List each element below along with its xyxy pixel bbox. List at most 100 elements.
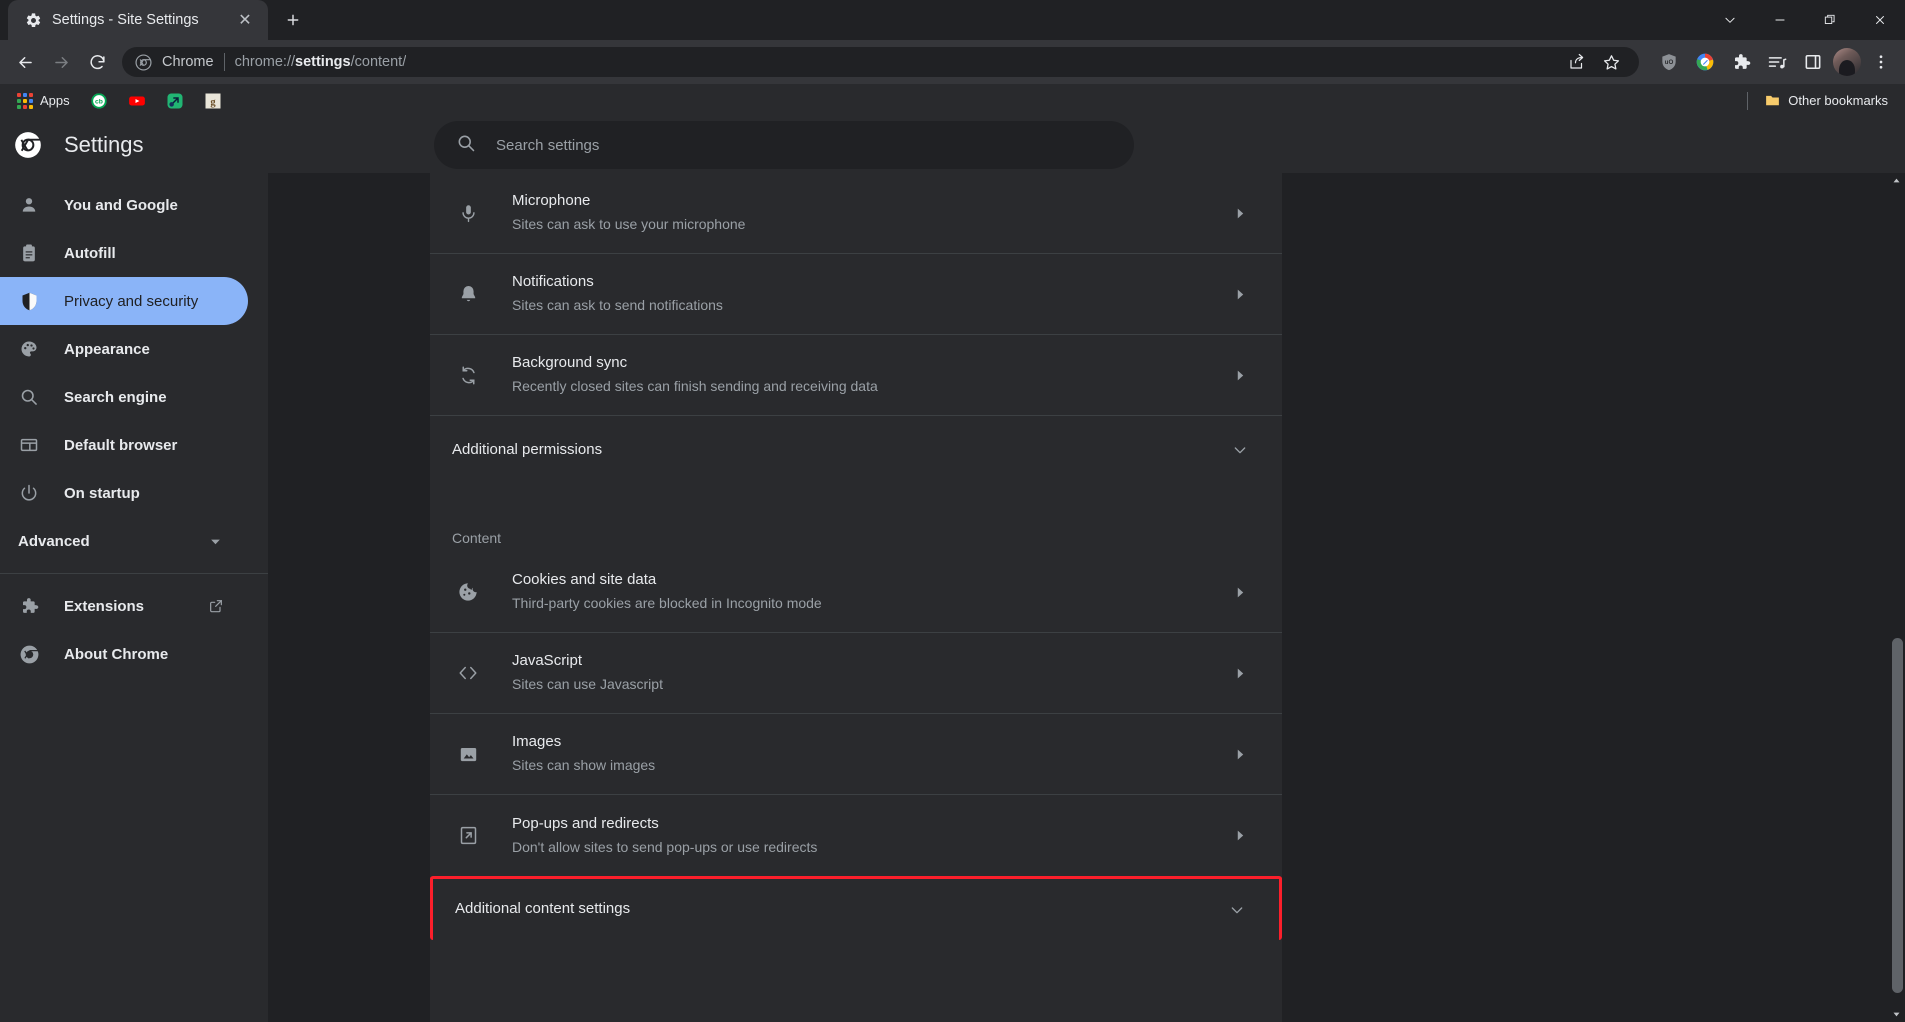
forward-button[interactable] <box>44 45 78 79</box>
bookmark-item-cb[interactable]: cb <box>83 89 115 113</box>
minimize-to-tray-button[interactable] <box>1705 0 1755 40</box>
google-extension-icon[interactable] <box>1689 46 1721 78</box>
bookmark-item-youtube[interactable] <box>121 89 153 113</box>
apps-shortcut[interactable]: Apps <box>10 90 77 112</box>
bookmarks-bar: Apps cb g Other bookmarks <box>0 84 1905 117</box>
maximize-restore-button[interactable] <box>1805 0 1855 40</box>
sidebar-item-extensions[interactable]: Extensions <box>0 582 248 630</box>
sidebar-item-default-browser[interactable]: Default browser <box>0 421 248 469</box>
sidebar-item-autofill[interactable]: Autofill <box>0 229 248 277</box>
expander-additional-content-settings[interactable]: Additional content settings <box>430 876 1282 940</box>
browser-toolbar: Chrome chrome://settings/content/ uO <box>0 40 1905 84</box>
setting-row-background-sync[interactable]: Background sync Recently closed sites ca… <box>430 335 1282 416</box>
share-icon[interactable] <box>1561 46 1593 78</box>
folder-icon <box>1763 92 1781 110</box>
sidebar-item-advanced[interactable]: Advanced <box>0 517 248 565</box>
sidebar-item-appearance[interactable]: Appearance <box>0 325 248 373</box>
extension-icons: uO <box>1647 46 1897 78</box>
expander-additional-permissions[interactable]: Additional permissions <box>430 416 1282 484</box>
other-bookmarks-label: Other bookmarks <box>1788 93 1888 108</box>
search-placeholder: Search settings <box>496 136 600 154</box>
popup-icon <box>456 825 480 846</box>
chevron-right-icon[interactable] <box>1228 207 1252 220</box>
browser-menu-button[interactable] <box>1865 46 1897 78</box>
setting-row-text: Cookies and site data Third-party cookie… <box>512 570 1228 614</box>
sidebar-item-label: About Chrome <box>64 645 169 663</box>
sidebar-item-you-and-google[interactable]: You and Google <box>0 181 248 229</box>
cb-favicon-icon: cb <box>90 92 108 110</box>
setting-row-text: Notifications Sites can ask to send noti… <box>512 272 1228 316</box>
sidebar-item-label: Extensions <box>64 597 145 615</box>
other-bookmarks-folder[interactable]: Other bookmarks <box>1756 89 1895 113</box>
setting-title: Images <box>512 733 562 751</box>
setting-subtitle: Sites can ask to use your microphone <box>512 216 746 233</box>
chevron-down-icon[interactable] <box>1225 902 1249 918</box>
setting-subtitle: Sites can use Javascript <box>512 676 663 693</box>
setting-row-images[interactable]: Images Sites can show images <box>430 714 1282 795</box>
scroll-down-arrow-icon[interactable] <box>1888 1007 1905 1022</box>
external-link-icon <box>208 598 224 614</box>
clipboard-icon <box>18 242 40 264</box>
sync-icon <box>456 365 480 386</box>
star-icon[interactable] <box>1595 46 1627 78</box>
sidebar-item-on-startup[interactable]: On startup <box>0 469 248 517</box>
setting-subtitle: Sites can ask to send notifications <box>512 297 723 314</box>
ublock-origin-icon[interactable]: uO <box>1653 46 1685 78</box>
avatar[interactable] <box>1833 48 1861 76</box>
reload-button[interactable] <box>80 45 114 79</box>
svg-text:cb: cb <box>95 98 103 105</box>
bookmark-item-goodreads[interactable]: g <box>197 89 229 113</box>
setting-row-popups-and-redirects[interactable]: Pop-ups and redirects Don't allow sites … <box>430 795 1282 876</box>
sidebar-item-label: Default browser <box>64 436 178 454</box>
chevron-down-icon[interactable] <box>1228 442 1252 458</box>
setting-subtitle: Sites can show images <box>512 757 656 774</box>
sidebar-item-search-engine[interactable]: Search engine <box>0 373 248 421</box>
sidebar-item-privacy-and-security[interactable]: Privacy and security <box>0 277 248 325</box>
chevron-right-icon[interactable] <box>1228 667 1252 680</box>
close-window-button[interactable] <box>1855 0 1905 40</box>
chevron-right-icon[interactable] <box>1228 748 1252 761</box>
search-input[interactable]: Search settings <box>434 121 1134 169</box>
setting-row-microphone[interactable]: Microphone Sites can ask to use your mic… <box>430 173 1282 254</box>
search-settings-wrapper: Search settings <box>434 121 1134 169</box>
gear-icon <box>24 11 42 29</box>
chevron-right-icon[interactable] <box>1228 288 1252 301</box>
bookmark-item-green[interactable] <box>159 89 191 113</box>
puzzle-extensions-icon[interactable] <box>1725 46 1757 78</box>
window-controls <box>1705 0 1905 40</box>
sidebar-item-label: You and Google <box>64 196 178 214</box>
site-settings-card: Microphone Sites can ask to use your mic… <box>430 173 1282 1022</box>
chevron-right-icon[interactable] <box>1228 586 1252 599</box>
side-panel-icon[interactable] <box>1797 46 1829 78</box>
setting-row-javascript[interactable]: JavaScript Sites can use Javascript <box>430 633 1282 714</box>
image-icon <box>456 744 480 765</box>
address-bar[interactable]: Chrome chrome://settings/content/ <box>122 47 1639 77</box>
puzzle-icon <box>18 595 40 617</box>
section-label-content: Content <box>430 484 1282 552</box>
content-section-label: Content <box>452 530 502 546</box>
browser-tab-settings[interactable]: Settings - Site Settings ✕ <box>8 0 268 40</box>
url-bold-segment: settings <box>295 54 351 70</box>
setting-row-notifications[interactable]: Notifications Sites can ask to send noti… <box>430 254 1282 335</box>
page-scrollbar[interactable] <box>1888 173 1905 1022</box>
power-icon <box>18 482 40 504</box>
url-suffix: /content/ <box>350 54 407 70</box>
sidebar-item-about-chrome[interactable]: About Chrome <box>0 630 248 678</box>
svg-text:uO: uO <box>1665 59 1674 66</box>
back-button[interactable] <box>8 45 42 79</box>
scroll-up-arrow-icon[interactable] <box>1888 173 1905 188</box>
minimize-button[interactable] <box>1755 0 1805 40</box>
chevron-right-icon[interactable] <box>1228 829 1252 842</box>
setting-row-text: Images Sites can show images <box>512 732 1228 776</box>
chrome-icon <box>18 643 40 665</box>
scrollbar-thumb[interactable] <box>1892 638 1903 993</box>
new-tab-button[interactable] <box>276 3 310 37</box>
sidebar-divider <box>0 573 268 574</box>
setting-row-cookies-and-site-data[interactable]: Cookies and site data Third-party cookie… <box>430 552 1282 633</box>
goodreads-favicon-icon: g <box>204 92 222 110</box>
chevron-right-icon[interactable] <box>1228 369 1252 382</box>
close-tab-icon[interactable]: ✕ <box>234 9 256 31</box>
apps-grid-icon <box>17 92 33 109</box>
cookie-icon <box>456 581 480 603</box>
reading-list-icon[interactable] <box>1761 46 1793 78</box>
